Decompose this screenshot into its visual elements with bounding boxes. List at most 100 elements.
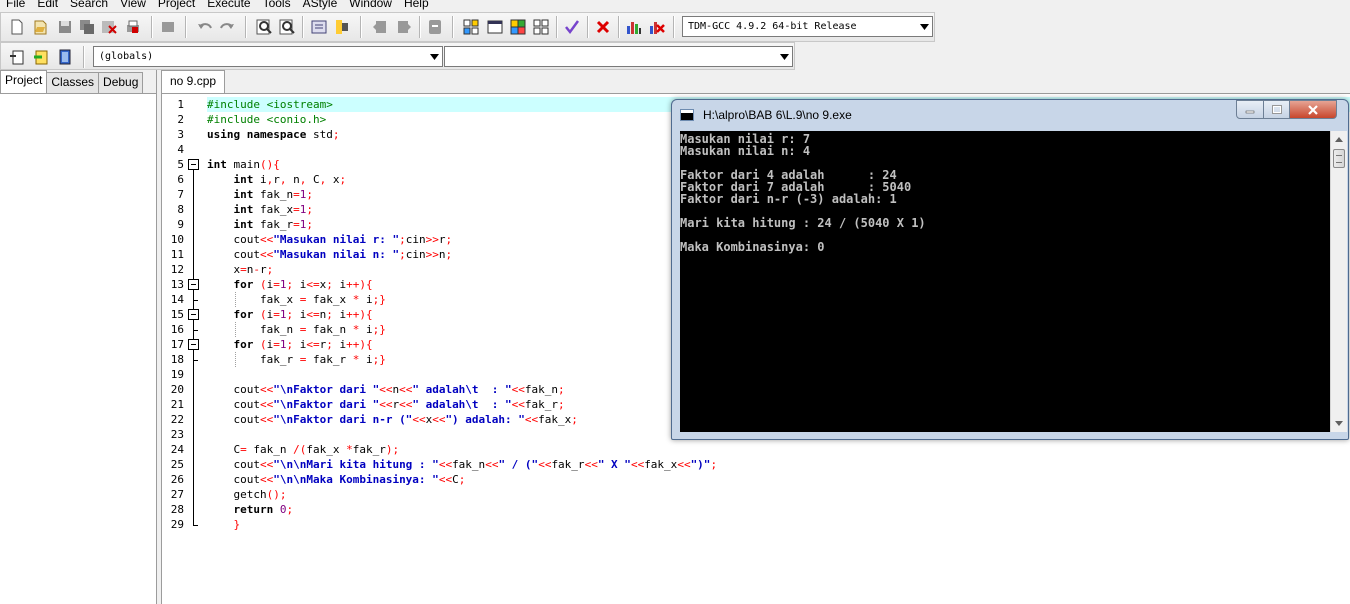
menu-astyle[interactable]: AStyle <box>297 0 344 10</box>
insert-icon[interactable] <box>31 47 51 67</box>
rebuild-icon[interactable] <box>531 17 551 37</box>
stop-icon[interactable] <box>593 17 613 37</box>
menu-window[interactable]: Window <box>343 0 398 10</box>
goto-line-icon[interactable] <box>425 17 445 37</box>
close-button[interactable] <box>1289 100 1337 119</box>
scroll-down-icon[interactable] <box>1331 415 1347 432</box>
indent-guide <box>235 352 237 367</box>
line-number: 14 <box>170 293 184 306</box>
compiler-select-value: TDM-GCC 4.9.2 64-bit Release <box>688 21 857 32</box>
code-line[interactable]: return 0; <box>207 502 294 517</box>
line-number: 21 <box>170 398 184 411</box>
replace-icon[interactable] <box>277 17 297 37</box>
console-output[interactable]: Masukan nilai r: 7 Masukan nilai n: 4 Fakt… <box>680 131 1330 432</box>
close-file-icon[interactable] <box>99 17 119 37</box>
indent-icon[interactable] <box>309 17 329 37</box>
line-number: 17 <box>170 338 184 351</box>
console-titlebar[interactable]: H:\alpro\BAB 6\L.9\no 9.exe <box>672 100 1348 131</box>
cut-icon[interactable] <box>158 17 178 37</box>
save-icon[interactable] <box>55 17 75 37</box>
fold-toggle-icon[interactable] <box>188 309 199 320</box>
member-select[interactable] <box>444 46 793 67</box>
code-line[interactable]: cout<<"\nFaktor dari "<<r<<" adalah\t : … <box>207 397 564 412</box>
fold-toggle-icon[interactable] <box>188 279 199 290</box>
menu-help[interactable]: Help <box>398 0 435 10</box>
menu-tools[interactable]: Tools <box>257 0 297 10</box>
redo-icon[interactable] <box>217 17 237 37</box>
code-line[interactable]: fak_x = fak_x * i;} <box>207 292 386 307</box>
check-syntax-icon[interactable] <box>562 17 582 37</box>
code-line[interactable]: fak_r = fak_r * i;} <box>207 352 386 367</box>
menu-file[interactable]: File <box>0 0 31 10</box>
console-scrollbar[interactable] <box>1330 131 1347 432</box>
line-number: 1 <box>177 98 184 111</box>
menu-search[interactable]: Search <box>64 0 114 10</box>
menu-execute[interactable]: Execute <box>201 0 256 10</box>
line-number: 2 <box>177 113 184 126</box>
fold-end <box>193 525 198 526</box>
scroll-thumb[interactable] <box>1333 149 1345 168</box>
code-line[interactable]: int fak_n=1; <box>207 187 314 202</box>
toggle-panel-icon[interactable] <box>55 47 75 67</box>
code-line[interactable]: int i,r, n, C, x; <box>207 172 347 187</box>
code-line[interactable]: #include <conio.h> <box>207 112 326 127</box>
line-number: 22 <box>170 413 184 426</box>
unindent-icon[interactable] <box>332 17 352 37</box>
code-line[interactable]: cout<<"\nFaktor dari n-r ("<<x<<") adala… <box>207 412 577 427</box>
code-line[interactable]: cout<<"\n\nMari kita hitung : "<<fak_n<<… <box>207 457 717 472</box>
line-number: 7 <box>177 188 184 201</box>
undo-icon[interactable] <box>195 17 215 37</box>
print-icon[interactable] <box>123 17 143 37</box>
code-line[interactable]: int fak_x=1; <box>207 202 314 217</box>
line-number: 27 <box>170 488 184 501</box>
menu-edit[interactable]: Edit <box>31 0 64 10</box>
code-line[interactable]: } <box>207 517 241 532</box>
scroll-up-icon[interactable] <box>1331 131 1347 148</box>
code-line[interactable]: using namespace std; <box>207 127 339 142</box>
save-all-icon[interactable] <box>77 17 97 37</box>
tab-debug[interactable]: Debug <box>98 72 144 93</box>
compiler-select[interactable]: TDM-GCC 4.9.2 64-bit Release <box>682 16 933 37</box>
line-number: 29 <box>170 518 184 531</box>
code-line[interactable]: cout<<"Masukan nilai n: ";cin>>n; <box>207 247 452 262</box>
maximize-button[interactable] <box>1263 100 1290 119</box>
delete-profile-icon[interactable] <box>647 17 667 37</box>
project-tree[interactable] <box>0 93 156 604</box>
code-line[interactable]: int fak_r=1; <box>207 217 314 232</box>
minimize-button[interactable] <box>1236 100 1264 119</box>
code-line[interactable]: x=n-r; <box>207 262 273 277</box>
code-line[interactable]: for (i=1; i<=n; i++){ <box>207 307 373 322</box>
new-class-icon[interactable] <box>7 47 27 67</box>
tab-classes[interactable]: Classes <box>46 72 100 93</box>
run-icon[interactable] <box>485 17 505 37</box>
profile-icon[interactable] <box>624 17 644 37</box>
console-line: Masukan nilai n: 4 <box>680 144 811 158</box>
bookmark-next-icon[interactable] <box>394 17 414 37</box>
code-line[interactable]: for (i=1; i<=r; i++){ <box>207 337 373 352</box>
code-line[interactable]: getch(); <box>207 487 286 502</box>
tab-file[interactable]: no 9.cpp <box>161 70 226 93</box>
find-icon[interactable] <box>254 17 274 37</box>
indent-guide <box>235 292 237 307</box>
code-line[interactable]: C= fak_n /(fak_x *fak_r); <box>207 442 399 457</box>
tab-project[interactable]: Project <box>0 70 48 93</box>
new-file-icon[interactable] <box>7 17 27 37</box>
compile-icon[interactable] <box>461 17 481 37</box>
bookmark-prev-icon[interactable] <box>370 17 390 37</box>
code-line[interactable]: int main(){ <box>207 157 280 172</box>
line-number: 19 <box>170 368 184 381</box>
menu-view[interactable]: View <box>114 0 152 10</box>
menu-project[interactable]: Project <box>152 0 201 10</box>
fold-toggle-icon[interactable] <box>188 159 199 170</box>
code-line[interactable]: fak_n = fak_n * i;} <box>207 322 386 337</box>
code-line[interactable]: for (i=1; i<=x; i++){ <box>207 277 373 292</box>
code-line[interactable]: cout<<"\n\nMaka Kombinasinya: "<<C; <box>207 472 465 487</box>
code-line[interactable]: cout<<"\nFaktor dari "<<n<<" adalah\t : … <box>207 382 564 397</box>
compile-run-icon[interactable] <box>508 17 528 37</box>
open-file-icon[interactable] <box>31 17 51 37</box>
line-number: 12 <box>170 263 184 276</box>
console-window[interactable]: H:\alpro\BAB 6\L.9\no 9.exe Masukan nila… <box>671 99 1349 440</box>
fold-toggle-icon[interactable] <box>188 339 199 350</box>
code-line[interactable]: cout<<"Masukan nilai r: ";cin>>r; <box>207 232 452 247</box>
scope-select[interactable]: (globals) <box>93 46 443 67</box>
